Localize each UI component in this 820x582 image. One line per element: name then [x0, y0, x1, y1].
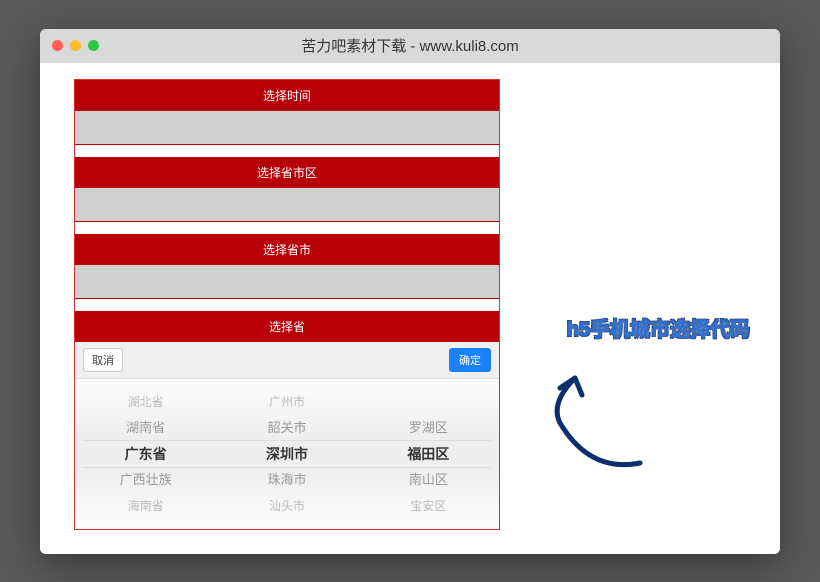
picker-body: 湖北省 湖南省 广东省 广西壮族 海南省 广州市 韶关市 深圳市 珠海市 汕头市…	[75, 379, 499, 529]
picker-column-district[interactable]: 罗湖区 福田区 南山区 宝安区	[358, 379, 499, 529]
picker-item[interactable]: 海南省	[128, 493, 164, 519]
picker-item-selected[interactable]: 深圳市	[266, 441, 308, 467]
titlebar: 苦力吧素材下载 - www.kuli8.com	[40, 29, 780, 63]
picker-column-city[interactable]: 广州市 韶关市 深圳市 珠海市 汕头市	[216, 379, 357, 529]
window-title: 苦力吧素材下载 - www.kuli8.com	[40, 35, 780, 56]
caption-text: h5手机城市选择代码	[567, 313, 750, 342]
confirm-button[interactable]: 确定	[449, 348, 491, 372]
picker-item[interactable]: 罗湖区	[409, 415, 448, 441]
close-icon[interactable]	[52, 40, 63, 51]
picker-column-province[interactable]: 湖北省 湖南省 广东省 广西壮族 海南省	[75, 379, 216, 529]
content-area: 选择时间 选择省市区 选择省市 选择省 取消 确定 湖北省 湖南省 广东省 广西…	[40, 63, 780, 554]
picker-item-selected[interactable]: 广东省	[125, 441, 167, 467]
cancel-button[interactable]: 取消	[83, 348, 123, 372]
picker-item-selected[interactable]: 福田区	[407, 441, 449, 467]
browser-window: 苦力吧素材下载 - www.kuli8.com 选择时间 选择省市区 选择省市 …	[40, 29, 780, 554]
picker-item[interactable]: 南山区	[409, 467, 448, 493]
section-body-province-city[interactable]	[75, 265, 499, 299]
minimize-icon[interactable]	[70, 40, 81, 51]
arrow-icon	[530, 363, 650, 473]
section-body-time[interactable]	[75, 111, 499, 145]
picker-item[interactable]: 湖北省	[128, 389, 164, 415]
window-controls	[52, 40, 99, 51]
section-header-province-city[interactable]: 选择省市	[75, 234, 499, 265]
section-body-province-city-district[interactable]	[75, 188, 499, 222]
picker-item[interactable]: 广州市	[269, 389, 305, 415]
picker-item[interactable]: 韶关市	[267, 415, 306, 441]
picker-toolbar: 取消 确定	[75, 342, 499, 379]
picker-item[interactable]: 珠海市	[267, 467, 306, 493]
picker-item[interactable]: 汕头市	[269, 493, 305, 519]
section-header-province[interactable]: 选择省	[75, 311, 499, 342]
section-header-province-city-district[interactable]: 选择省市区	[75, 157, 499, 188]
demo-panel: 选择时间 选择省市区 选择省市 选择省 取消 确定 湖北省 湖南省 广东省 广西…	[74, 79, 500, 530]
picker-item[interactable]: 广西壮族	[120, 467, 172, 493]
picker-item[interactable]: 湖南省	[126, 415, 165, 441]
maximize-icon[interactable]	[88, 40, 99, 51]
picker-item[interactable]: 宝安区	[410, 493, 446, 519]
section-header-time[interactable]: 选择时间	[75, 80, 499, 111]
